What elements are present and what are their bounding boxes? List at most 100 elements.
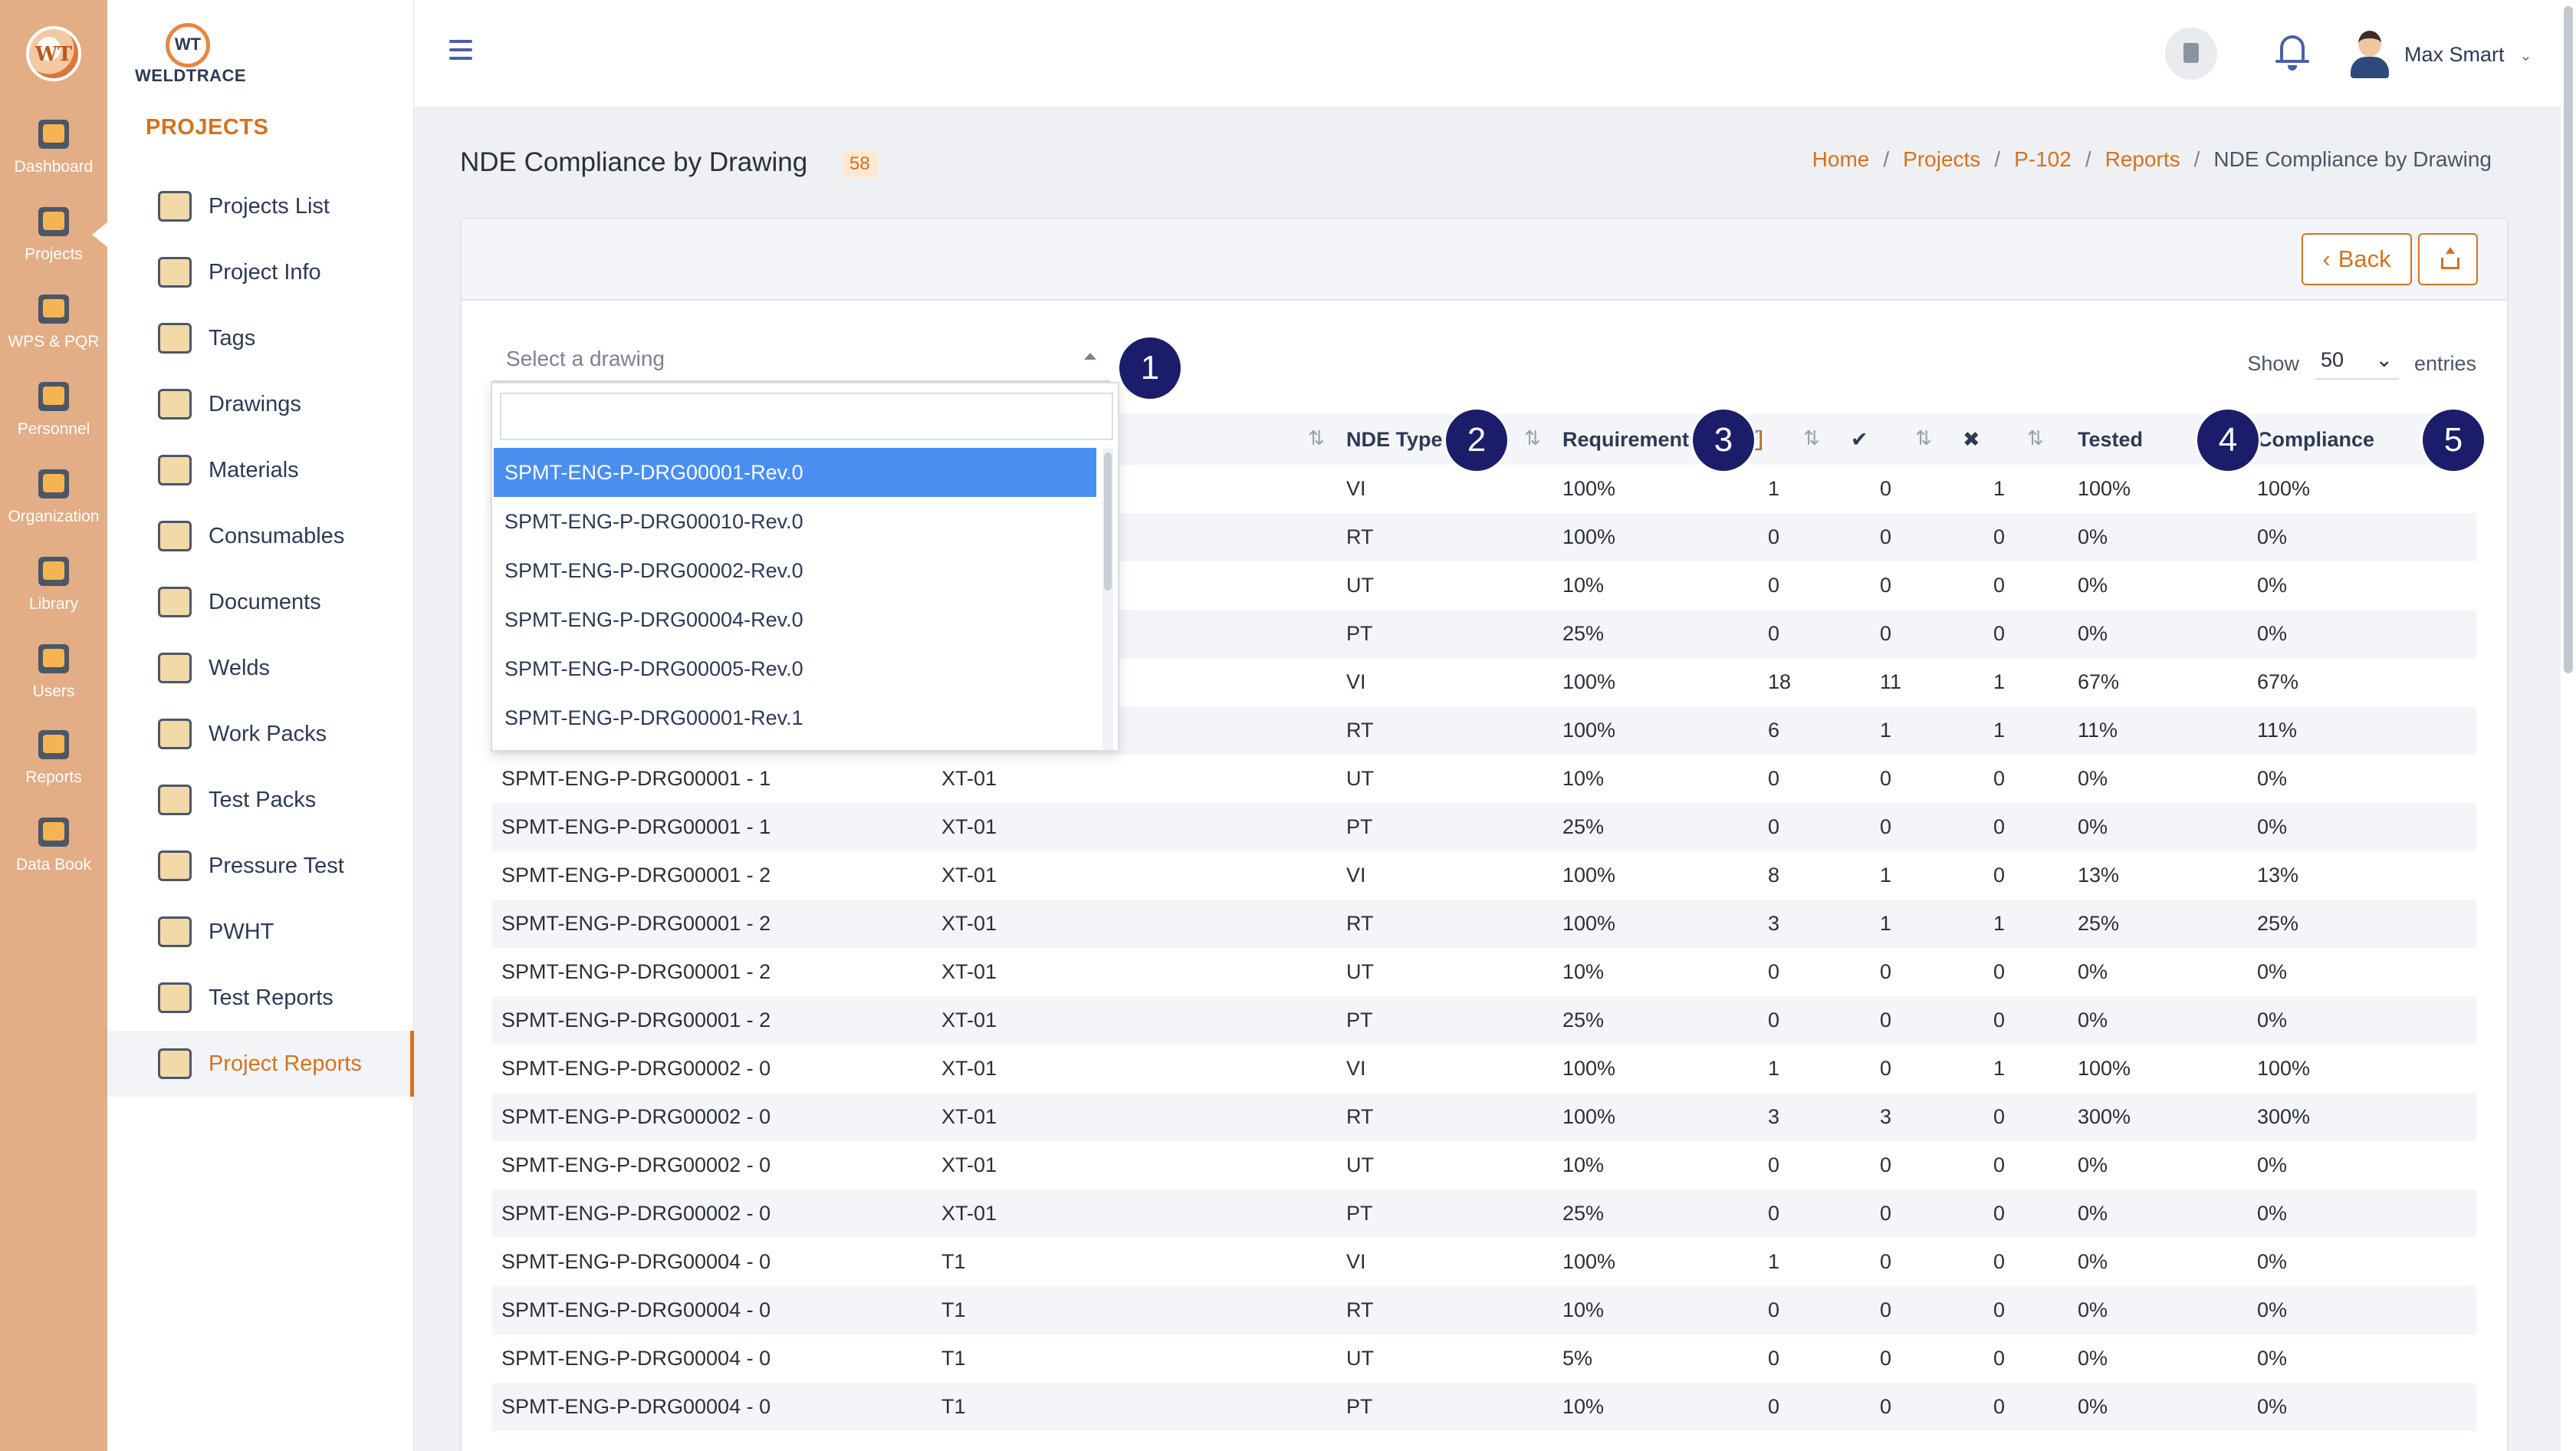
cell-compliance: 300% [2257, 1105, 2311, 1128]
cell-total: 0 [1768, 960, 1780, 983]
cell-total: 0 [1768, 1395, 1780, 1418]
cross-icon[interactable]: ✖ [1963, 414, 1980, 465]
dropdown-option[interactable]: SPMT-ENG-P-DRG00002-Rev.0 [494, 546, 1096, 595]
rail-item-data-book[interactable]: Data Book [0, 813, 107, 874]
entries-select[interactable]: 50 ⌄ [2314, 348, 2399, 380]
sidebar-item-test-reports[interactable]: Test Reports [107, 965, 414, 1031]
dropdown-option[interactable]: SPMT-ENG-P-DRG00001-Rev.1 [494, 693, 1096, 742]
header-nde-type[interactable]: NDE Type [1346, 414, 1443, 465]
sidebar-item-projects-list[interactable]: Projects List [107, 173, 414, 239]
cell-requirement: 10% [1562, 960, 1605, 983]
sort-icon[interactable]: ⇅ [1915, 426, 1932, 450]
drawing-dropdown: SPMT-ENG-P-DRG00001-Rev.0 SPMT-ENG-P-DRG0… [491, 382, 1119, 752]
sidebar-item-project-info[interactable]: Project Info [107, 239, 414, 305]
pwht-icon [158, 916, 192, 947]
dropdown-search-input[interactable] [500, 393, 1113, 440]
sidebar-item-welds[interactable]: Welds [107, 635, 414, 701]
cell-total: 0 [1768, 622, 1780, 645]
rail-item-projects[interactable]: Projects [0, 202, 107, 264]
cell-tested: 0% [2078, 1298, 2108, 1321]
library-icon [32, 552, 75, 592]
document-icon[interactable] [2165, 28, 2217, 80]
sidebar-item-drawings[interactable]: Drawings [107, 371, 414, 437]
page-scrollbar[interactable] [2561, 0, 2576, 1451]
brand-logo[interactable]: WT WELDTRACE [135, 23, 246, 85]
notifications-bell-icon[interactable] [2272, 29, 2312, 75]
breadcrumb-reports[interactable]: Reports [2105, 147, 2180, 172]
user-name[interactable]: Max Smart [2404, 43, 2505, 67]
sort-icon[interactable]: ⇅ [1308, 426, 1325, 450]
dashboard-icon [32, 115, 75, 155]
rail-item-wps-pqr[interactable]: WPS & PQR [0, 290, 107, 351]
cell-requirement: 100% [1562, 864, 1616, 887]
export-button[interactable] [2418, 233, 2478, 285]
header-tested[interactable]: Tested [2078, 414, 2143, 465]
dropdown-option[interactable]: SPMT-ENG-P-DRG00010-Rev.0 [494, 497, 1096, 546]
rail-item-personnel[interactable]: Personnel [0, 377, 107, 439]
breadcrumb-projects[interactable]: Projects [1903, 147, 1980, 172]
cell-tag: T1 [941, 1395, 966, 1418]
sidebar-item-pwht[interactable]: PWHT [107, 899, 414, 965]
page-scroll-thumb[interactable] [2564, 6, 2573, 673]
header-compliance[interactable]: Compliance [2257, 414, 2374, 465]
cell-tested: 13% [2078, 864, 2120, 887]
sort-icon[interactable]: ⇅ [1524, 426, 1541, 450]
cell-drawing: SPMT-ENG-P-DRG00001 - 2 [501, 912, 771, 935]
sidebar-item-label: Work Packs [209, 721, 327, 746]
breadcrumb: Home / Projects / P-102 / Reports / NDE Comp… [1812, 147, 2492, 172]
rail-item-reports[interactable]: Reports [0, 726, 107, 787]
breadcrumb-current: NDE Compliance by Drawing [2213, 147, 2492, 171]
dropdown-scrollbar[interactable] [1102, 448, 1113, 750]
cell-requirement: 100% [1562, 912, 1616, 935]
sidebar-item-project-reports[interactable]: Project Reports [107, 1031, 414, 1097]
cell-drawing: SPMT-ENG-P-DRG00004 - 0 [501, 1347, 771, 1370]
sidebar-item-pressure-test[interactable]: Pressure Test [107, 833, 414, 899]
annotation-marker-3: 3 [1693, 410, 1754, 471]
sort-icon[interactable]: ⇅ [1803, 426, 1820, 450]
sidebar-item-tags[interactable]: Tags [107, 305, 414, 371]
cell-accepted: 0 [1880, 477, 1892, 500]
cell-requirement: 100% [1562, 1057, 1616, 1080]
dropdown-scroll-thumb[interactable] [1104, 452, 1112, 591]
sort-icon[interactable]: ⇅ [2027, 426, 2044, 450]
back-button[interactable]: ‹ Back [2302, 233, 2412, 285]
cell-total: 1 [1768, 477, 1780, 500]
checkmark-icon[interactable]: ✔ [1851, 414, 1868, 465]
dropdown-option[interactable]: SPMT-ENG-P-DRG00001-Rev.0 [494, 448, 1096, 497]
dropdown-option[interactable]: SPMT-ENG-P-DRG00004-Rev.0 [494, 595, 1096, 644]
cell-rejected: 0 [1993, 1105, 2006, 1128]
cell-rejected: 1 [1993, 477, 2006, 500]
rail-item-library[interactable]: Library [0, 552, 107, 614]
breadcrumb-project[interactable]: P-102 [2014, 147, 2072, 172]
rail-item-organization[interactable]: Organization [0, 465, 107, 526]
table-row: SPMT-ENG-P-DRG00001 - 1 XT-01 PT 25% 0 0 0 0% 0% [492, 803, 2476, 851]
dropdown-option[interactable]: SPMT-ENG-P-DRG00005-Rev.0 [494, 644, 1096, 693]
rail-item-users[interactable]: Users [0, 640, 107, 701]
rail-item-dashboard[interactable]: Dashboard [0, 115, 107, 176]
user-avatar[interactable] [2348, 31, 2392, 78]
cell-tested: 25% [2078, 912, 2120, 935]
cell-accepted: 0 [1880, 960, 1892, 983]
weldtrace-logo-icon[interactable]: WT [26, 26, 81, 81]
sidebar-item-materials[interactable]: Materials [107, 437, 414, 503]
breadcrumb-home[interactable]: Home [1812, 147, 1870, 172]
projects-sidebar: WT WELDTRACE PROJECTS Projects List Proje… [107, 0, 414, 1451]
cell-tested: 100% [2078, 477, 2131, 500]
sidebar-item-label: Test Reports [209, 985, 334, 1010]
entries-label: entries [2413, 352, 2476, 375]
cell-nde-type: UT [1346, 1347, 1374, 1370]
hamburger-menu-icon[interactable] [449, 40, 472, 61]
drawing-select[interactable]: Select a drawing [492, 336, 1110, 382]
drawing-select-placeholder: Select a drawing [506, 347, 665, 370]
sidebar-item-consumables[interactable]: Consumables [107, 503, 414, 569]
chevron-down-icon[interactable]: ⌄ [2519, 46, 2532, 65]
sidebar-item-work-packs[interactable]: Work Packs [107, 701, 414, 767]
cell-total: 0 [1768, 525, 1780, 548]
cell-tested: 0% [2078, 622, 2108, 645]
sidebar-item-documents[interactable]: Documents [107, 569, 414, 635]
cell-tested: 0% [2078, 815, 2108, 838]
table-row: SPMT-ENG-P-DRG00001 - 1 XT-01 UT 10% 0 0 0 0% 0% [492, 755, 2476, 803]
cell-tested: 0% [2078, 1202, 2108, 1225]
sidebar-item-test-packs[interactable]: Test Packs [107, 767, 414, 833]
header-requirement[interactable]: Requirement [1562, 414, 1689, 465]
